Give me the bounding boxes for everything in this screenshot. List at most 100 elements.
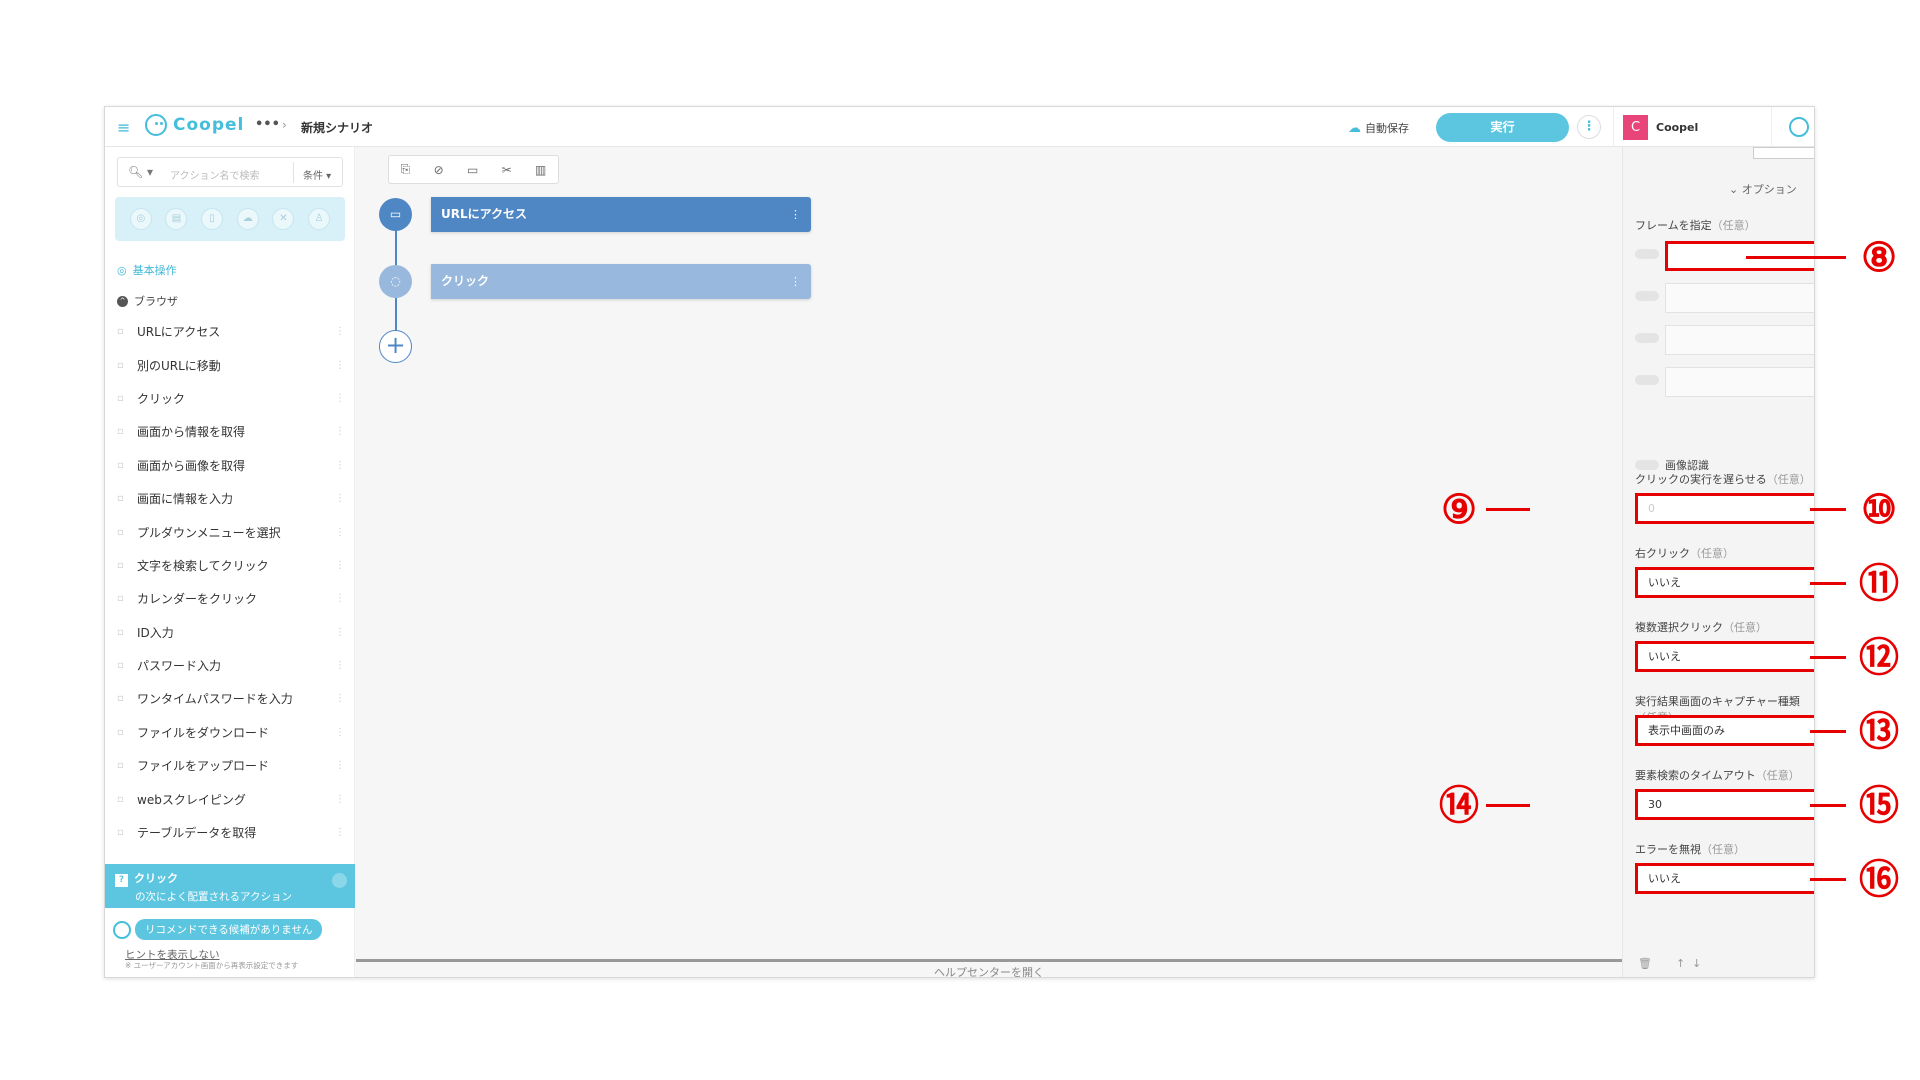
item-menu-icon[interactable]: ⋮: [335, 794, 345, 805]
action-item[interactable]: ▫ ファイルをダウンロード ⋮: [105, 716, 355, 749]
help-center-link[interactable]: ヘルプセンターを開く: [356, 959, 1622, 977]
scenario-canvas[interactable]: ⎘ ⊘ ▭ ✂ ▥ ▭ URLにアクセス ⋮ ◌ クリック ⋮ + ヘルプセンターを開く: [356, 147, 1622, 977]
image-recognition-toggle[interactable]: [1635, 460, 1659, 470]
action-node-url[interactable]: URLにアクセス ⋮: [431, 197, 811, 232]
callout-15: ⑮: [1859, 782, 1899, 829]
node-menu-icon[interactable]: ⋮: [790, 264, 801, 299]
excel-icon[interactable]: ▤: [165, 208, 188, 230]
right-click-select[interactable]: いいえ▾: [1635, 567, 1814, 598]
action-item[interactable]: ▫ ワンタイムパスワードを入力 ⋮: [105, 682, 355, 715]
action-item[interactable]: ▫ 画面から画像を取得 ⋮: [105, 449, 355, 482]
callout-9: ⑨: [1441, 486, 1477, 533]
item-menu-icon[interactable]: ⋮: [335, 426, 345, 437]
multi-select-select[interactable]: いいえ▾: [1635, 641, 1814, 672]
action-item[interactable]: ▫ ID入力 ⋮: [105, 616, 355, 649]
scenario-title[interactable]: 新規シナリオ: [301, 119, 373, 136]
item-menu-icon[interactable]: ⋮: [335, 393, 345, 404]
callout-13: ⑬: [1859, 708, 1899, 755]
delay-label: クリックの実行を遅らせる（任意）: [1635, 473, 1811, 486]
logo[interactable]: Coopel: [145, 114, 244, 136]
item-menu-icon[interactable]: ⋮: [335, 460, 345, 471]
item-menu-icon[interactable]: ⋮: [335, 560, 345, 571]
comment-icon[interactable]: ▭: [467, 163, 478, 177]
timeout-input[interactable]: 30: [1635, 789, 1814, 820]
run-button[interactable]: 実行: [1436, 113, 1569, 142]
arrow-up-icon[interactable]: ↑ ↓: [1676, 957, 1701, 970]
action-icon: ▫: [117, 760, 124, 772]
assistant-icon[interactable]: [1789, 117, 1809, 137]
action-item[interactable]: ▫ カレンダーをクリック ⋮: [105, 582, 355, 615]
action-item[interactable]: ▫ テーブルデータを取得 ⋮: [105, 816, 355, 849]
item-menu-icon[interactable]: ⋮: [335, 827, 345, 838]
person-icon[interactable]: ♙: [308, 208, 331, 230]
copy-icon[interactable]: ⎘: [401, 162, 411, 177]
split-icon[interactable]: ✂: [502, 163, 512, 177]
item-menu-icon[interactable]: ⋮: [335, 660, 345, 671]
action-item[interactable]: ▫ 文字を検索してクリック ⋮: [105, 549, 355, 582]
action-search[interactable]: 🔍︎ ▾ アクション名で検索 条件 ▾: [117, 157, 343, 187]
action-item[interactable]: ▫ 別のURLに移動 ⋮: [105, 348, 355, 381]
preview-thumbnail[interactable]: [1753, 147, 1814, 159]
add-action-button[interactable]: +: [379, 330, 412, 363]
breadcrumb-more[interactable]: •••: [255, 117, 280, 132]
action-icon: ▫: [117, 660, 124, 672]
action-item[interactable]: ▫ クリック ⋮: [105, 382, 355, 415]
assistant-icon: [113, 920, 131, 939]
section-basic[interactable]: ◎ 基本操作: [117, 262, 177, 278]
item-menu-icon[interactable]: ⋮: [335, 760, 345, 771]
action-item[interactable]: ▫ プルダウンメニューを選択 ⋮: [105, 515, 355, 548]
menu-icon[interactable]: ≡: [117, 118, 130, 137]
ignore-error-select[interactable]: いいえ▾: [1635, 863, 1814, 894]
frame-input-2[interactable]: [1665, 283, 1814, 313]
action-icon: ▫: [117, 426, 124, 438]
item-menu-icon[interactable]: ⋮: [335, 527, 345, 538]
callout-line: [1810, 508, 1846, 511]
options-header[interactable]: ⌄ オプション: [1729, 181, 1797, 197]
item-menu-icon[interactable]: ⋮: [335, 593, 345, 604]
action-item[interactable]: ▫ 画面から情報を取得 ⋮: [105, 415, 355, 448]
item-menu-icon[interactable]: ⋮: [335, 693, 345, 704]
frame-toggle-2[interactable]: [1635, 291, 1659, 301]
globe-icon[interactable]: ◎: [129, 208, 152, 230]
item-menu-icon[interactable]: ⋮: [335, 493, 345, 504]
frame-toggle-4[interactable]: [1635, 375, 1659, 385]
action-item[interactable]: ▫ パスワード入力 ⋮: [105, 649, 355, 682]
action-item[interactable]: ▫ webスクレイピング ⋮: [105, 782, 355, 815]
more-options-icon[interactable]: ⋮: [1577, 115, 1601, 139]
file-icon[interactable]: ▯: [201, 208, 224, 230]
action-item[interactable]: ▫ 画面に情報を入力 ⋮: [105, 482, 355, 515]
recommend-bubble: リコメンドできる候補がありません: [113, 919, 323, 940]
recommend-panel: ? クリック の次によく配置されるアクション: [105, 864, 355, 908]
item-menu-icon[interactable]: ⋮: [335, 727, 345, 738]
delete-icon[interactable]: ▥: [535, 163, 546, 177]
action-node-click[interactable]: クリック ⋮: [431, 264, 811, 299]
user-menu[interactable]: C Coopel: [1623, 115, 1698, 140]
tools-icon[interactable]: ✕: [272, 208, 295, 230]
callout-line: [1810, 804, 1846, 807]
category-icons: ◎ ▤ ▯ ☁ ✕ ♙: [115, 197, 345, 241]
action-icon: ▫: [117, 459, 124, 471]
action-item[interactable]: ▫ ファイルをアップロード ⋮: [105, 749, 355, 782]
panel-footer: 🗑︎ ↑ ↓: [1638, 957, 1701, 970]
delay-input[interactable]: 0: [1635, 493, 1814, 524]
question-icon: ?: [115, 874, 128, 887]
action-item[interactable]: ▫ URLにアクセス ⋮: [105, 315, 355, 348]
action-icon: ▫: [117, 526, 124, 538]
cloud-icon[interactable]: ☁: [236, 208, 259, 230]
item-menu-icon[interactable]: ⋮: [335, 360, 345, 371]
action-icon: ▫: [117, 593, 124, 605]
frame-toggle-1[interactable]: [1635, 249, 1659, 259]
item-menu-icon[interactable]: ⋮: [335, 627, 345, 638]
item-menu-icon[interactable]: ⋮: [335, 326, 345, 337]
condition-dropdown[interactable]: 条件 ▾: [303, 167, 331, 182]
node-menu-icon[interactable]: ⋮: [790, 197, 801, 232]
frame-input-3[interactable]: [1665, 325, 1814, 355]
trash-icon[interactable]: 🗑︎: [1638, 957, 1652, 970]
group-browser[interactable]: ^ ブラウザ: [117, 293, 178, 309]
frame-toggle-3[interactable]: [1635, 333, 1659, 343]
globe-icon: ◎: [117, 263, 127, 277]
capture-select[interactable]: 表示中画面のみ▾: [1635, 715, 1814, 746]
frame-input-4[interactable]: [1665, 367, 1814, 397]
hide-icon[interactable]: ⊘: [434, 163, 444, 177]
close-icon[interactable]: [332, 873, 347, 888]
